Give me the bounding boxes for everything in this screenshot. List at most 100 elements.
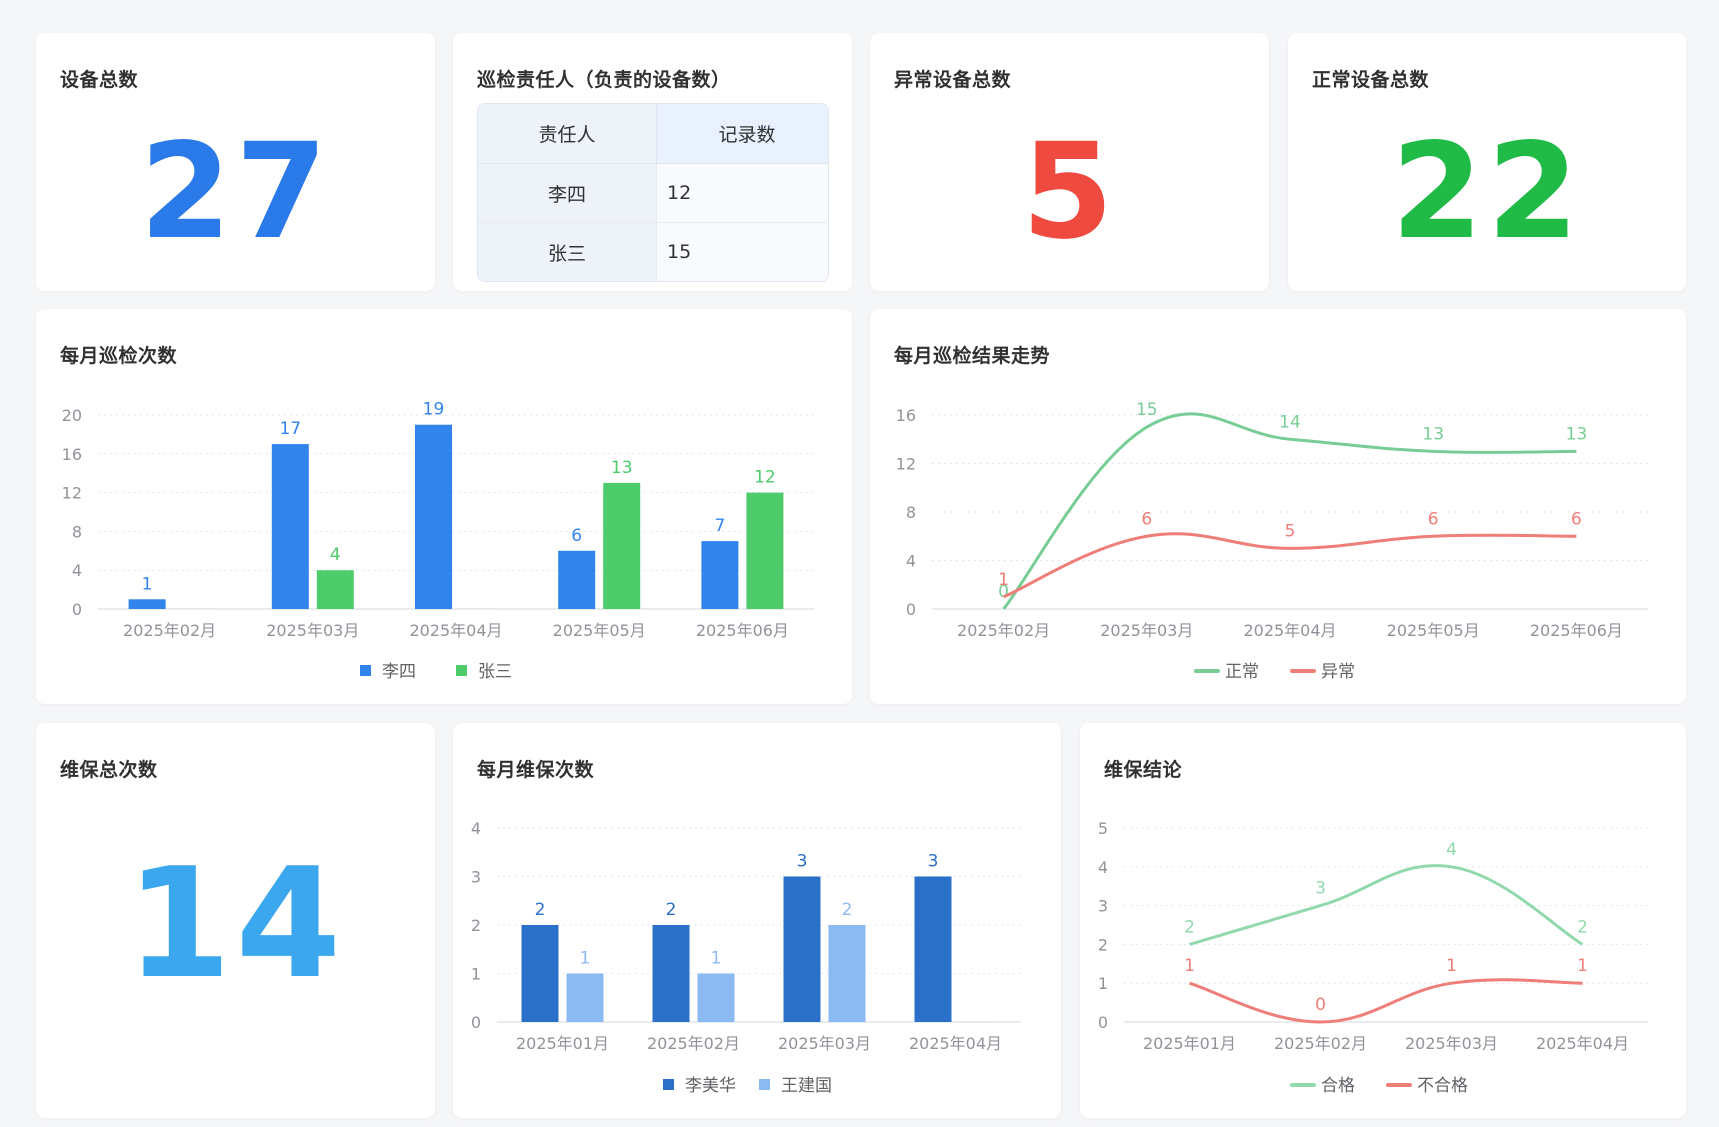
- table-row: 李四 12: [478, 164, 828, 223]
- legend-swatch: [1290, 1083, 1316, 1087]
- data-label: 14: [1279, 412, 1301, 432]
- legend-label: 王建国: [781, 1076, 832, 1096]
- x-tick-label: 2025年02月: [1274, 1034, 1367, 1053]
- card-title: 设备总数: [60, 69, 139, 91]
- table-cell-count: 12: [657, 164, 828, 223]
- bar: [415, 424, 452, 609]
- data-label: 6: [1428, 509, 1439, 529]
- card-title: 正常设备总数: [1312, 69, 1430, 91]
- bar: [914, 876, 952, 1022]
- data-label: 12: [754, 468, 776, 488]
- series-line: [1003, 532, 1577, 599]
- data-label: 1: [711, 949, 722, 969]
- data-label: 2: [1184, 917, 1195, 937]
- data-label: 1: [1184, 956, 1195, 976]
- data-label: 6: [571, 526, 582, 546]
- maintenance-total-card: 维保总次数 14: [36, 723, 435, 1118]
- monthly-maintenance-chart: 0 1 2 3 4 2025年01月 2025年02月 2025年03月 2025年04月 2 2 3…: [471, 819, 1021, 1096]
- data-label: 0: [1315, 995, 1326, 1015]
- maintenance-result-card: 维保结论 0 1 2 3 4 5 2025年01月 2025年02月 2025年03月 2025年…: [1080, 723, 1686, 1118]
- legend-label: 正常: [1225, 662, 1259, 682]
- y-tick-label: 0: [1098, 1013, 1108, 1032]
- data-label: 17: [279, 419, 301, 439]
- bar: [558, 550, 596, 609]
- data-label: 1: [1446, 956, 1457, 976]
- x-tick-label: 2025年05月: [553, 621, 646, 640]
- x-tick-label: 2025年06月: [696, 621, 789, 640]
- data-label: 2: [535, 900, 546, 920]
- bar: [746, 492, 784, 609]
- x-tick-label: 2025年04月: [1243, 621, 1336, 640]
- data-label: 1: [580, 949, 591, 969]
- data-label: 3: [797, 852, 808, 872]
- abnormal-total-card: 异常设备总数 5: [870, 33, 1269, 291]
- data-label: 1: [1577, 956, 1588, 976]
- monthly-inspections-chart: 0481216202025年02月 2025年03月 2025年04月 2025年05…: [62, 400, 814, 682]
- series-line: [1002, 412, 1577, 610]
- legend-swatch: [1194, 669, 1220, 673]
- device-total-card: 设备总数 27: [36, 33, 435, 291]
- y-tick-label: 2: [1098, 935, 1108, 954]
- x-tick-label: 2025年02月: [957, 621, 1050, 640]
- column-header-count: 记录数: [657, 104, 828, 164]
- monthly-maintenance-card: 每月维保次数 0 1 2 3 4 2025年01月 2025年02月 2025年03月 2025…: [453, 723, 1061, 1118]
- x-tick-label: 2025年03月: [778, 1034, 871, 1053]
- legend-label: 不合格: [1417, 1076, 1468, 1096]
- card-title: 维保总次数: [60, 759, 158, 781]
- bar: [828, 925, 866, 1022]
- column-header-person: 责任人: [478, 104, 657, 164]
- x-tick-label: 2025年03月: [1100, 621, 1193, 640]
- x-tick-label: 2025年05月: [1387, 621, 1480, 640]
- y-tick-label: 16: [896, 406, 916, 425]
- bar: [701, 541, 739, 609]
- bar: [566, 973, 604, 1022]
- card-title: 巡检责任人（负责的设备数）: [477, 69, 731, 91]
- bar: [603, 482, 641, 609]
- normal-total-card: 正常设备总数 22: [1288, 33, 1686, 291]
- y-tick-label: 1: [471, 965, 481, 984]
- x-tick-label: 2025年04月: [1536, 1034, 1629, 1053]
- data-label: 2: [1577, 917, 1588, 937]
- legend-label: 李四: [382, 662, 416, 682]
- inspector-table: 责任人 记录数 李四 12 张三 15: [477, 103, 829, 282]
- x-tick-label: 2025年01月: [516, 1034, 609, 1053]
- data-label: 7: [714, 516, 725, 536]
- y-tick-label: 2: [471, 916, 481, 935]
- legend-swatch: [759, 1079, 770, 1090]
- legend-label: 张三: [478, 662, 512, 682]
- bar: [128, 599, 166, 609]
- table-cell-person: 李四: [478, 164, 657, 223]
- x-tick-label: 2025年02月: [647, 1034, 740, 1053]
- legend-label: 合格: [1321, 1076, 1355, 1096]
- bar: [271, 444, 309, 609]
- x-tick-label: 2025年06月: [1530, 621, 1623, 640]
- y-tick-label: 3: [1098, 897, 1108, 916]
- y-tick-label: 0: [471, 1013, 481, 1032]
- y-tick-label: 4: [72, 561, 82, 580]
- data-label: 3: [1315, 879, 1326, 899]
- device-total-value: 27: [139, 115, 332, 269]
- data-label: 4: [330, 545, 341, 565]
- legend-swatch: [456, 665, 467, 676]
- maintenance-total-value: 14: [125, 835, 346, 1012]
- data-label: 19: [423, 400, 445, 420]
- y-tick-label: 20: [62, 406, 82, 425]
- inspection-trend-card: 每月巡检结果走势 0 4 8 12 16 2025年02月 2025年03月 2025年04月…: [870, 309, 1686, 704]
- data-label: 1: [998, 570, 1009, 590]
- table-cell-person: 张三: [478, 223, 657, 281]
- data-label: 5: [1285, 521, 1296, 541]
- series-line: [1189, 978, 1583, 1024]
- bar: [316, 570, 354, 609]
- y-tick-label: 12: [896, 455, 916, 474]
- normal-total-value: 22: [1391, 115, 1583, 269]
- y-tick-label: 8: [906, 503, 916, 522]
- legend-label: 李美华: [685, 1076, 736, 1096]
- bar: [697, 973, 735, 1022]
- y-tick-label: 0: [72, 600, 82, 619]
- legend-swatch: [360, 665, 371, 676]
- y-tick-label: 4: [906, 552, 916, 571]
- data-label: 13: [611, 458, 633, 478]
- legend-swatch: [1290, 669, 1316, 673]
- bar: [959, 1021, 997, 1022]
- data-label: 1: [142, 574, 153, 594]
